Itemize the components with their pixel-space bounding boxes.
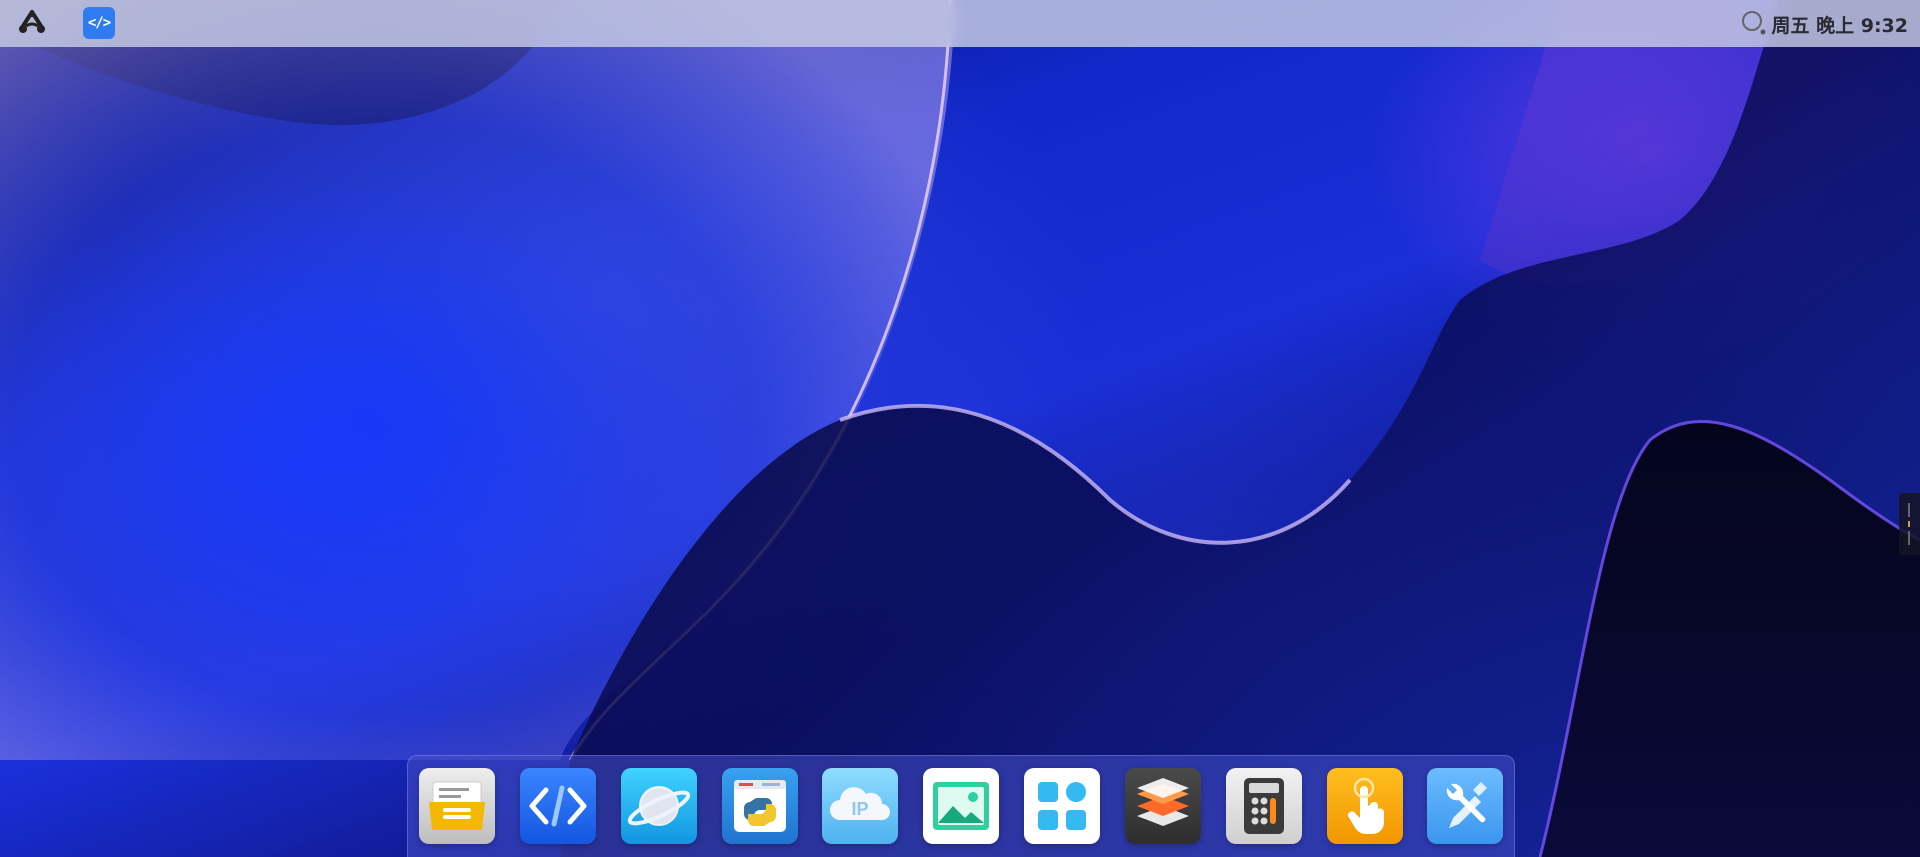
- code-editor-icon: [529, 785, 587, 827]
- python-icon: [734, 780, 786, 832]
- wallpaper: [0, 0, 1920, 857]
- search-button[interactable]: [1740, 9, 1768, 37]
- app-launcher-button[interactable]: [15, 8, 49, 38]
- clock[interactable]: 周五 晚上 9:32: [1772, 11, 1909, 38]
- dock-app-store[interactable]: [1024, 768, 1100, 844]
- svg-text:IP: IP: [851, 799, 868, 819]
- touch-pointer-icon: [1347, 777, 1384, 834]
- app-store-icon: [1038, 782, 1086, 830]
- image-viewer-icon: [933, 782, 989, 830]
- ip-cloud-icon: IP: [830, 787, 890, 820]
- side-panel-handle[interactable]: [1899, 493, 1920, 555]
- dock-ip-cloud[interactable]: IP: [822, 768, 898, 844]
- dock-python[interactable]: [722, 768, 798, 844]
- browser-planet-icon: [627, 786, 691, 826]
- layers-icon: [1137, 778, 1189, 826]
- calculator-icon: [1244, 778, 1284, 834]
- dock-settings-tools[interactable]: [1427, 768, 1503, 844]
- dock-browser[interactable]: [621, 768, 697, 844]
- dock-calculator[interactable]: [1226, 768, 1302, 844]
- dock: IP: [407, 755, 1515, 857]
- code-editor-icon: </>: [87, 15, 111, 31]
- dock-code-editor[interactable]: [520, 768, 596, 844]
- app-launcher-icon: [19, 10, 45, 33]
- dock-file-manager[interactable]: [419, 768, 495, 844]
- dock-touch[interactable]: [1327, 768, 1403, 844]
- dock-layers[interactable]: [1125, 768, 1201, 844]
- settings-tools-icon: [1446, 782, 1487, 828]
- dock-image-viewer[interactable]: [923, 768, 999, 844]
- file-manager-icon: [429, 781, 485, 830]
- desktop: </> 周五 晚上 9:32 IP: [0, 0, 1920, 857]
- search-icon: [1742, 11, 1766, 35]
- top-panel: </> 周五 晚上 9:32: [0, 0, 1920, 47]
- active-app-code-editor[interactable]: </>: [83, 7, 115, 39]
